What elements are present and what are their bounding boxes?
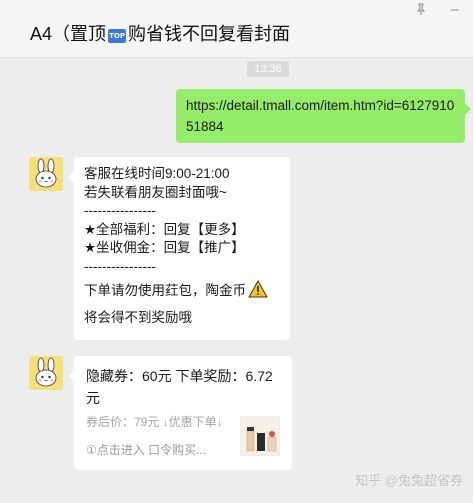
mini-program-card[interactable]: 隐藏券：60元 下单奖励：6.72元 券后价：79元 ↓优惠下单↓ ①点击进入 … xyxy=(68,356,292,470)
message-line: 将会得不到奖励哦 xyxy=(84,310,192,325)
warning-icon xyxy=(248,279,268,306)
minimize-icon[interactable] xyxy=(446,2,464,20)
message-line: 若失联看朋友圈封面哦~ xyxy=(84,184,227,200)
message-line: ★全部福利：回复【更多】 xyxy=(84,221,245,237)
outgoing-link-message[interactable]: https://detail.tmall.com/item.htm?id=612… xyxy=(176,89,471,143)
bunny-icon xyxy=(35,357,57,387)
top-badge-icon: TOP xyxy=(108,29,127,43)
message-line: 客服在线时间9:00-21:00 xyxy=(84,166,230,181)
message-line-with-icon: 下单请勿使用荭包，陶金币 xyxy=(84,279,280,306)
card-title: 隐藏券：60元 下单奖励：6.72元 xyxy=(86,368,273,406)
chat-header: A4（置顶 TOP 购省钱不回复看封面 xyxy=(0,0,473,58)
card-footer: ①点击进入 口令购买... xyxy=(86,443,207,457)
product-thumbnail[interactable] xyxy=(240,416,280,456)
watermark: 知乎 @兔兔超省券 xyxy=(355,473,463,488)
message-timestamp: 13:36 xyxy=(247,61,289,77)
contact-avatar[interactable] xyxy=(29,356,63,390)
message-line: ---------------- xyxy=(84,203,156,218)
pin-icon[interactable] xyxy=(412,2,430,20)
chat-title-suffix: 购省钱不回复看封面 xyxy=(128,24,291,44)
contact-avatar[interactable] xyxy=(29,157,63,191)
card-price-line: 券后价：79元 ↓优惠下单↓ xyxy=(86,415,223,429)
message-line: 下单请勿使用荭包，陶金币 xyxy=(84,283,246,298)
incoming-text-message[interactable]: 客服在线时间9:00-21:00 若失联看朋友圈封面哦~ -----------… xyxy=(68,157,290,340)
bunny-icon xyxy=(35,158,57,188)
chat-title: A4（置顶 TOP 购省钱不回复看封面 xyxy=(30,20,290,46)
message-line: ---------------- xyxy=(84,258,156,274)
chat-title-prefix: A4（置顶 xyxy=(30,24,107,44)
message-line: ★坐收佣金：回复【推广】 xyxy=(84,240,245,255)
